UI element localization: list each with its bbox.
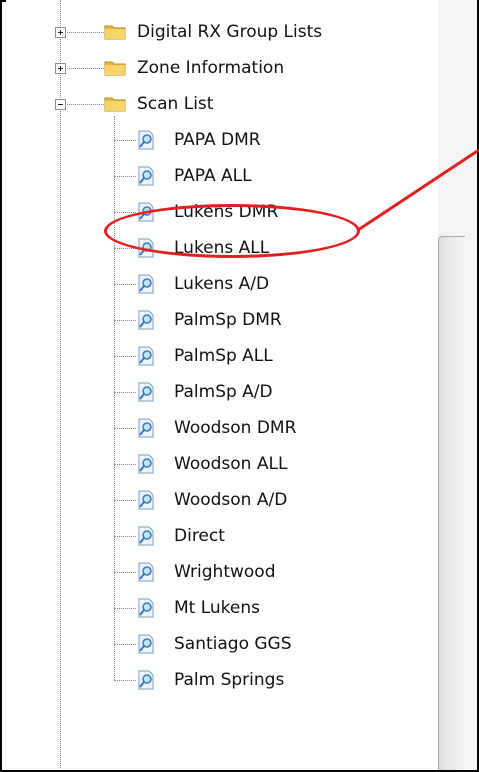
scan-list-item-label: PalmSp ALL bbox=[174, 346, 273, 366]
tree-guide-line bbox=[60, 68, 104, 69]
scan-list-item-label: PalmSp A/D bbox=[174, 382, 273, 402]
tree-guide-line bbox=[114, 284, 136, 285]
scan-list-item-label: Lukens DMR bbox=[174, 202, 279, 222]
scan-list-item-lukens-all[interactable]: Lukens ALL bbox=[6, 230, 426, 266]
scan-document-icon bbox=[136, 526, 156, 546]
scan-list-item-lukens-a-d[interactable]: Lukens A/D bbox=[6, 266, 426, 302]
tree-guide-line bbox=[114, 608, 136, 609]
tree-folder-label: Scan List bbox=[137, 94, 214, 114]
scan-document-icon bbox=[136, 670, 156, 690]
scan-document-icon bbox=[136, 166, 156, 186]
tree-guide-line bbox=[114, 320, 136, 321]
scan-list-item-woodson-dmr[interactable]: Woodson DMR bbox=[6, 410, 426, 446]
scan-list-item-label: PAPA DMR bbox=[174, 130, 261, 150]
scan-list-item-label: PAPA ALL bbox=[174, 166, 252, 186]
scan-document-icon bbox=[136, 346, 156, 366]
scan-list-item-woodson-all[interactable]: Woodson ALL bbox=[6, 446, 426, 482]
scan-list-item-mt-lukens[interactable]: Mt Lukens bbox=[6, 590, 426, 626]
scan-list-item-palmsp-all[interactable]: PalmSp ALL bbox=[6, 338, 426, 374]
scan-document-icon bbox=[136, 202, 156, 222]
folder-icon bbox=[104, 59, 126, 76]
scan-list-item-label: Santiago GGS bbox=[174, 634, 292, 654]
scan-list-item-papa-dmr[interactable]: PAPA DMR bbox=[6, 122, 426, 158]
scan-list-item-label: Lukens A/D bbox=[174, 274, 270, 294]
tree-guide-line bbox=[114, 572, 136, 573]
scan-list-item-label: Mt Lukens bbox=[174, 598, 261, 618]
scan-document-icon bbox=[136, 490, 156, 510]
expand-icon[interactable] bbox=[55, 63, 66, 74]
scan-list-item-wrightwood[interactable]: Wrightwood bbox=[6, 554, 426, 590]
vertical-scrollbar[interactable] bbox=[438, 236, 465, 770]
tree-guide-line bbox=[114, 536, 136, 537]
scan-list-item-palmsp-dmr[interactable]: PalmSp DMR bbox=[6, 302, 426, 338]
scan-list-item-papa-all[interactable]: PAPA ALL bbox=[6, 158, 426, 194]
scan-list-item-label: Wrightwood bbox=[174, 562, 276, 582]
scan-list-item-lukens-dmr[interactable]: Lukens DMR bbox=[6, 194, 426, 230]
tree-guide-line bbox=[60, 104, 104, 105]
scan-list-item-direct[interactable]: Direct bbox=[6, 518, 426, 554]
scan-document-icon bbox=[136, 418, 156, 438]
scan-document-icon bbox=[136, 274, 156, 294]
tree-guide-line bbox=[114, 212, 136, 213]
scan-list-item-santiago-ggs[interactable]: Santiago GGS bbox=[6, 626, 426, 662]
scan-document-icon bbox=[136, 598, 156, 618]
tree-guide-line bbox=[114, 500, 136, 501]
scan-list-item-label: Woodson ALL bbox=[174, 454, 288, 474]
folder-icon bbox=[104, 95, 126, 112]
scan-list-item-label: Woodson A/D bbox=[174, 490, 288, 510]
tree-guide-line bbox=[114, 464, 136, 465]
tree-guide-line bbox=[114, 140, 136, 141]
folder-icon bbox=[104, 23, 126, 40]
scan-document-icon bbox=[136, 382, 156, 402]
tree-folder-zone-information[interactable]: Zone Information bbox=[6, 50, 426, 86]
tree-folder-scan-list[interactable]: Scan List bbox=[6, 86, 426, 122]
tree-guide-line bbox=[114, 428, 136, 429]
scan-document-icon bbox=[136, 454, 156, 474]
tree-guide-line bbox=[114, 392, 136, 393]
scan-document-icon bbox=[136, 238, 156, 258]
scan-list-item-label: Direct bbox=[174, 526, 225, 546]
scan-list-item-label: PalmSp DMR bbox=[174, 310, 282, 330]
tree-folder-label: Zone Information bbox=[137, 58, 285, 78]
scan-list-item-label: Lukens ALL bbox=[174, 238, 270, 258]
tree-folder-digital-rx-group-lists[interactable]: Digital RX Group Lists bbox=[6, 14, 426, 50]
scan-document-icon bbox=[136, 130, 156, 150]
scan-list-item-label: Woodson DMR bbox=[174, 418, 297, 438]
tree-guide-line bbox=[114, 356, 136, 357]
expand-icon[interactable] bbox=[55, 27, 66, 38]
scan-list-item-palmsp-a-d[interactable]: PalmSp A/D bbox=[6, 374, 426, 410]
tree-guide-line bbox=[114, 680, 136, 681]
tree-view: Digital RX Group Lists Zone Information Sc… bbox=[6, 0, 438, 768]
tree-guide-line bbox=[114, 248, 136, 249]
scan-list-item-label: Palm Springs bbox=[174, 670, 285, 690]
scan-document-icon bbox=[136, 634, 156, 654]
collapse-icon[interactable] bbox=[55, 99, 66, 110]
scan-document-icon bbox=[136, 310, 156, 330]
tree-folder-label: Digital RX Group Lists bbox=[137, 22, 323, 42]
scan-list-item-palm-springs[interactable]: Palm Springs bbox=[6, 662, 426, 698]
tree-guide-line bbox=[114, 644, 136, 645]
tree-guide-line bbox=[60, 32, 104, 33]
tree-guide-line bbox=[114, 176, 136, 177]
scan-list-item-woodson-a-d[interactable]: Woodson A/D bbox=[6, 482, 426, 518]
scan-document-icon bbox=[136, 562, 156, 582]
